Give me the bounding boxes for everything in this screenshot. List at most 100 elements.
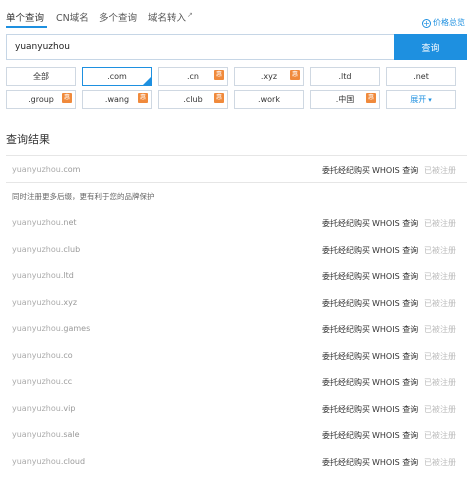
registration-status: 已被注册 [424,298,456,308]
suffix-option[interactable]: .ltd [310,67,380,86]
suffix-label: .club [183,95,203,104]
whois-lookup-link[interactable]: WHOIS 查询 [372,165,418,176]
tab-cn-domain[interactable]: CN域名 [56,10,89,24]
domain-base: yuanyuzhou [12,218,61,227]
suffix-option[interactable]: .cn 惠 [158,67,228,86]
suffix-option[interactable]: 全部 [6,67,76,86]
domain-name: yuanyuzhou.com [12,165,80,174]
whois-lookup-link[interactable]: WHOIS 查询 [372,430,418,441]
search-button[interactable]: 查询 [394,34,467,60]
suffix-label: 展开 [410,95,427,104]
broker-purchase-link[interactable]: 委托经纪购买 [322,457,370,468]
registration-status: 已被注册 [424,245,456,255]
domain-search-input[interactable] [6,34,394,60]
whois-lookup-link[interactable]: WHOIS 查询 [372,218,418,229]
broker-purchase-link[interactable]: 委托经纪购买 [322,165,370,176]
result-row: yuanyuzhou.sale 委托经纪购买 WHOIS 查询 已被注册 [6,421,467,448]
broker-purchase-link[interactable]: 委托经纪购买 [322,218,370,229]
discount-badge: 惠 [138,93,148,103]
suffix-option[interactable]: .work [234,90,304,109]
suffix-label: .work [258,95,280,104]
query-tabs: 单个查询 CN域名 多个查询 域名转入↗ + 价格总览 [0,0,473,30]
whois-lookup-link[interactable]: WHOIS 查询 [372,271,418,282]
broker-purchase-link[interactable]: 委托经纪购买 [322,404,370,415]
suffix-option[interactable]: .中国 惠 [310,90,380,109]
domain-base: yuanyuzhou [12,165,61,174]
result-row: yuanyuzhou.games 委托经纪购买 WHOIS 查询 已被注册 [6,315,467,342]
registration-status: 已被注册 [424,219,456,228]
registration-status: 已被注册 [424,272,456,281]
broker-purchase-link[interactable]: 委托经纪购买 [322,324,370,335]
discount-badge: 惠 [366,93,376,103]
broker-purchase-link[interactable]: 委托经纪购买 [322,377,370,388]
domain-name: yuanyuzhou.games [12,324,90,333]
domain-suffix: .cc [60,377,73,386]
whois-lookup-link[interactable]: WHOIS 查询 [372,457,418,468]
results-title: 查询结果 [6,133,50,146]
discount-badge: 惠 [290,70,300,80]
result-row: yuanyuzhou.co 委托经纪购买 WHOIS 查询 已被注册 [6,342,467,369]
suffix-option[interactable]: .wang 惠 [82,90,152,109]
price-overview-label: 价格总览 [433,18,465,27]
price-overview-link[interactable]: + 价格总览 [422,17,465,28]
broker-purchase-link[interactable]: 委托经纪购买 [322,351,370,362]
suffix-option[interactable]: .club 惠 [158,90,228,109]
suffix-label: 全部 [33,72,49,81]
domain-base: yuanyuzhou [12,244,61,254]
tab-multi-query[interactable]: 多个查询 [99,10,137,24]
domain-base: yuanyuzhou [12,297,61,307]
broker-purchase-link[interactable]: 委托经纪购买 [322,430,370,441]
whois-lookup-link[interactable]: WHOIS 查询 [372,377,418,388]
expand-suffixes-button[interactable]: 展开 ▾ [386,90,456,109]
discount-badge: 惠 [214,70,224,80]
domain-name: yuanyuzhou.ltd [12,271,74,280]
domain-base: yuanyuzhou [12,271,61,280]
whois-lookup-link[interactable]: WHOIS 查询 [372,351,418,362]
discount-badge: 惠 [214,93,224,103]
result-row: yuanyuzhou.net 委托经纪购买 WHOIS 查询 已被注册 [6,209,467,236]
suffix-label: .com [107,72,127,81]
registration-status: 已被注册 [424,404,456,414]
domain-suffix: .club [60,244,81,254]
whois-lookup-link[interactable]: WHOIS 查询 [372,404,418,415]
whois-lookup-link[interactable]: WHOIS 查询 [372,298,418,309]
domain-name: yuanyuzhou.cloud [12,457,85,466]
result-row: yuanyuzhou.club 委托经纪购买 WHOIS 查询 已被注册 [6,236,467,263]
domain-name: yuanyuzhou.xyz [12,298,77,307]
domain-name: yuanyuzhou.vip [12,404,75,413]
domain-suffix: .games [60,324,91,333]
tab-single-query[interactable]: 单个查询 [6,10,44,24]
suffix-label: .wang [104,95,130,104]
domain-suffix: .com [60,165,81,174]
tab-domain-transfer[interactable]: 域名转入↗ [148,10,193,24]
domain-base: yuanyuzhou [12,377,61,386]
domain-base: yuanyuzhou [12,324,61,333]
tab-domain-transfer-label: 域名转入 [148,13,187,24]
suffix-label: .cn [186,72,199,81]
suffix-option[interactable]: .group 惠 [6,90,76,109]
result-row: yuanyuzhou.vip 委托经纪购买 WHOIS 查询 已被注册 [6,395,467,422]
registration-status: 已被注册 [424,325,456,334]
domain-suffix: .cloud [60,456,86,466]
domain-name: yuanyuzhou.co [12,351,73,360]
result-row: yuanyuzhou.cloud 委托经纪购买 WHOIS 查询 已被注册 [6,448,467,475]
broker-purchase-link[interactable]: 委托经纪购买 [322,298,370,309]
domain-suffix: .sale [60,430,80,439]
whois-lookup-link[interactable]: WHOIS 查询 [372,245,418,256]
result-row: yuanyuzhou.xyz 委托经纪购买 WHOIS 查询 已被注册 [6,289,467,316]
domain-base: yuanyuzhou [12,456,61,466]
domain-name: yuanyuzhou.cc [12,377,72,386]
suffix-option[interactable]: .xyz 惠 [234,67,304,86]
suffix-option[interactable]: .com [82,67,152,86]
result-row: yuanyuzhou.cc 委托经纪购买 WHOIS 查询 已被注册 [6,368,467,395]
domain-base: yuanyuzhou [12,430,61,439]
broker-purchase-link[interactable]: 委托经纪购买 [322,245,370,256]
active-tab-indicator [6,26,47,28]
whois-lookup-link[interactable]: WHOIS 查询 [372,324,418,335]
suffix-option[interactable]: .net [386,67,456,86]
result-row: yuanyuzhou.com 委托经纪购买 WHOIS 查询 已被注册 [6,156,467,183]
domain-suffix: .net [60,218,77,227]
chevron-down-icon: ▾ [428,96,432,104]
domain-suffix: .ltd [60,271,74,280]
broker-purchase-link[interactable]: 委托经纪购买 [322,271,370,282]
